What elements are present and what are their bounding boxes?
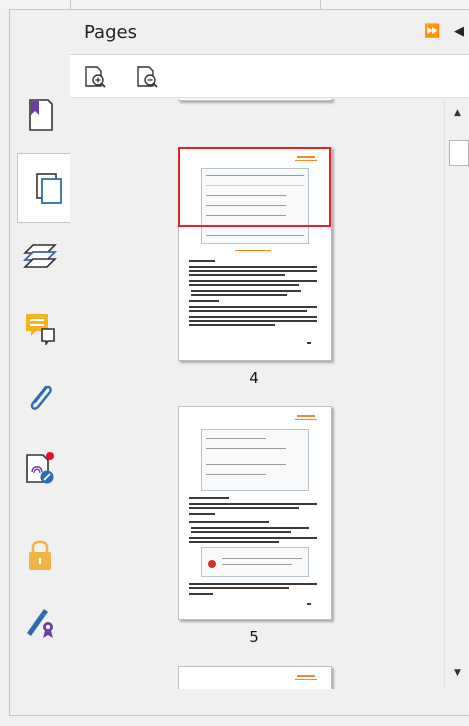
- text-line: [189, 266, 317, 268]
- bookmark-icon: [29, 99, 53, 131]
- text-line: [189, 503, 317, 505]
- collapse-panel-button[interactable]: ◀: [454, 25, 464, 39]
- figure-line: [206, 438, 266, 439]
- text-line: [189, 497, 229, 499]
- comments-icon: [26, 314, 55, 345]
- page-number-mark: [307, 342, 311, 344]
- pages-icon: [35, 173, 62, 204]
- scroll-down-arrow-icon[interactable]: ▼: [445, 663, 469, 683]
- page-warning-figure: [201, 547, 309, 577]
- page-label-4: 4: [249, 369, 259, 387]
- text-line: [189, 587, 289, 589]
- visible-area-selection[interactable]: [178, 147, 331, 227]
- layers-icon: [23, 244, 57, 268]
- figure-line: [222, 558, 302, 559]
- paperclip-icon: [30, 385, 52, 410]
- text-line: [191, 294, 287, 296]
- text-line: [189, 280, 317, 282]
- text-line: [189, 270, 317, 272]
- page-thumbnails-area[interactable]: 4 5: [70, 99, 444, 689]
- page-thumbnail-5[interactable]: [178, 406, 332, 620]
- text-line: [189, 324, 275, 326]
- text-line: [191, 531, 291, 533]
- figure-line: [206, 448, 286, 449]
- bottom-strip: [10, 689, 469, 715]
- page-thumbnail-3[interactable]: [178, 99, 332, 101]
- panel-header: Pages ⏩ ◀: [70, 10, 469, 54]
- figure-line: [206, 464, 286, 465]
- rail-bookmarks-button[interactable]: [10, 80, 70, 150]
- page-header-accent: [297, 675, 315, 677]
- pages-toolbar: [70, 54, 469, 98]
- expand-panel-button[interactable]: ⏩: [424, 25, 440, 39]
- text-line: [189, 320, 317, 322]
- vertical-scrollbar[interactable]: ▲ ▼: [444, 99, 469, 689]
- warning-icon: [208, 560, 216, 568]
- figure-line: [222, 564, 292, 565]
- rail-security-button[interactable]: [10, 520, 70, 590]
- rail-certificate-button[interactable]: [10, 587, 70, 657]
- top-separator: [70, 0, 71, 9]
- top-separator: [320, 0, 321, 9]
- rail-layers-button[interactable]: [10, 222, 70, 292]
- figure-caption: [235, 250, 271, 251]
- enlarge-thumbnails-button[interactable]: [82, 63, 108, 91]
- figure-line: [206, 474, 266, 475]
- text-line: [189, 521, 269, 523]
- text-line: [189, 310, 307, 312]
- certificate-pen-icon: [27, 609, 53, 638]
- pages-panel-window: Pages ⏩ ◀ 4 5 ▲ ▼: [0, 0, 469, 726]
- zoom-in-page-icon: [85, 66, 106, 88]
- text-line: [189, 513, 215, 515]
- text-line: [189, 316, 317, 318]
- scrollbar-thumb[interactable]: [449, 140, 469, 166]
- page-thumbnail-6[interactable]: [178, 666, 332, 689]
- figure-line: [206, 235, 304, 236]
- bottom-border: [9, 715, 469, 716]
- text-line: [189, 306, 317, 308]
- text-line: [191, 290, 301, 292]
- page-dialog-figure: [201, 429, 309, 491]
- rail-attachments-button[interactable]: [10, 363, 70, 433]
- reduce-thumbnails-button[interactable]: [134, 63, 160, 91]
- page-number-mark: [307, 603, 311, 605]
- text-line: [189, 537, 317, 539]
- lock-icon: [29, 540, 51, 570]
- text-line: [189, 284, 299, 286]
- panel-title: Pages: [84, 22, 137, 43]
- text-line: [191, 527, 309, 529]
- page-header-accent: [297, 415, 315, 417]
- navigation-rail: [10, 10, 79, 715]
- signature-icon: [26, 452, 54, 484]
- page-header-accent: [295, 679, 317, 680]
- zoom-out-page-icon: [137, 66, 158, 88]
- rail-comments-button[interactable]: [10, 293, 70, 363]
- text-line: [189, 507, 299, 509]
- text-line: [189, 260, 215, 262]
- text-line: [189, 274, 285, 276]
- text-line: [189, 300, 219, 302]
- top-strip: [0, 0, 469, 9]
- text-line: [189, 583, 317, 585]
- text-line: [189, 541, 279, 543]
- scroll-up-arrow-icon[interactable]: ▲: [445, 103, 469, 123]
- page-header-accent: [295, 419, 317, 420]
- text-line: [189, 593, 213, 595]
- page-label-5: 5: [249, 628, 259, 646]
- rail-signatures-button[interactable]: [10, 433, 70, 503]
